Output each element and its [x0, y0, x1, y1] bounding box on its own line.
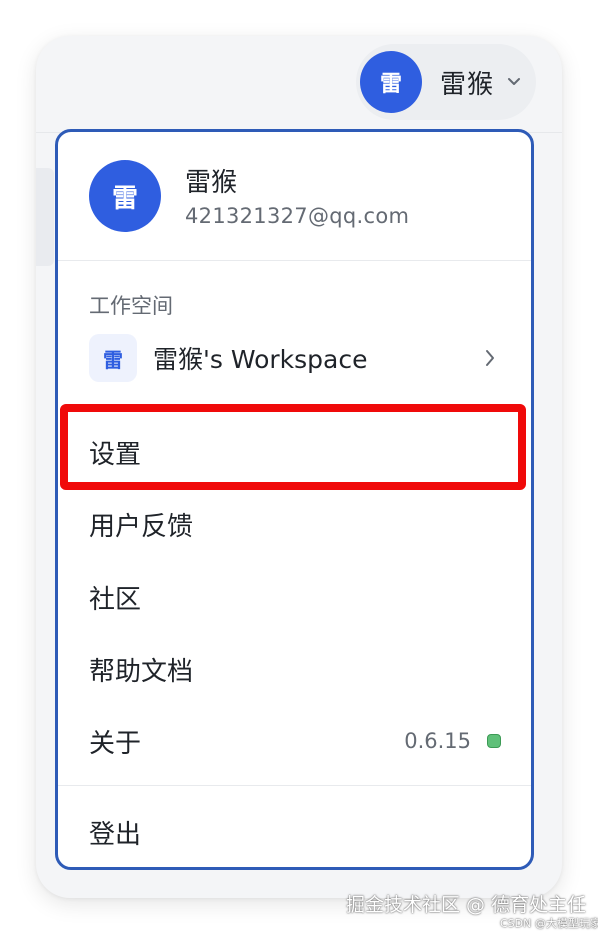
profile-email: 421321327@qq.com	[185, 204, 410, 228]
workspace-avatar: 雷	[89, 334, 137, 382]
feedback-label: 用户反馈	[89, 511, 194, 542]
chevron-down-icon	[506, 74, 522, 90]
user-dropdown-menu: 雷 雷猴 421321327@qq.com 工作空间 雷 雷猴's Worksp…	[55, 129, 534, 870]
avatar: 雷	[360, 51, 422, 113]
menu-item-feedback[interactable]: 用户反馈	[58, 494, 531, 554]
sidebar-edge	[36, 168, 54, 266]
menu-item-help-docs[interactable]: 帮助文档	[58, 639, 531, 699]
divider	[58, 785, 531, 786]
user-menu-trigger[interactable]: 雷 雷猴	[356, 44, 536, 120]
chevron-right-icon	[483, 348, 497, 368]
profile-avatar: 雷	[89, 160, 161, 232]
workspace-section-label: 工作空间	[89, 294, 173, 318]
workspace-item[interactable]: 雷 雷猴's Workspace	[58, 330, 531, 386]
about-label: 关于	[89, 728, 142, 759]
profile-name: 雷猴	[185, 168, 238, 198]
workspace-name: 雷猴's Workspace	[153, 345, 368, 374]
watermark: 掘金技术社区 @ 德育处主任	[346, 894, 587, 916]
menu-item-community[interactable]: 社区	[58, 567, 531, 627]
menu-item-logout[interactable]: 登出	[58, 802, 531, 862]
profile-section: 雷 雷猴 421321327@qq.com	[58, 132, 531, 260]
logout-label: 登出	[89, 819, 142, 850]
community-label: 社区	[89, 584, 142, 615]
status-dot-icon	[487, 734, 501, 748]
watermark-sub: CSDN @大模型玩家	[500, 917, 598, 930]
settings-label: 设置	[89, 439, 142, 470]
divider	[58, 260, 531, 261]
version-text: 0.6.15	[404, 729, 471, 753]
help-docs-label: 帮助文档	[89, 656, 194, 687]
menu-item-settings[interactable]: 设置	[58, 422, 531, 482]
menu-item-about[interactable]: 关于 0.6.15	[58, 711, 531, 771]
version-info: 0.6.15	[404, 711, 501, 771]
user-name: 雷猴	[440, 69, 495, 100]
